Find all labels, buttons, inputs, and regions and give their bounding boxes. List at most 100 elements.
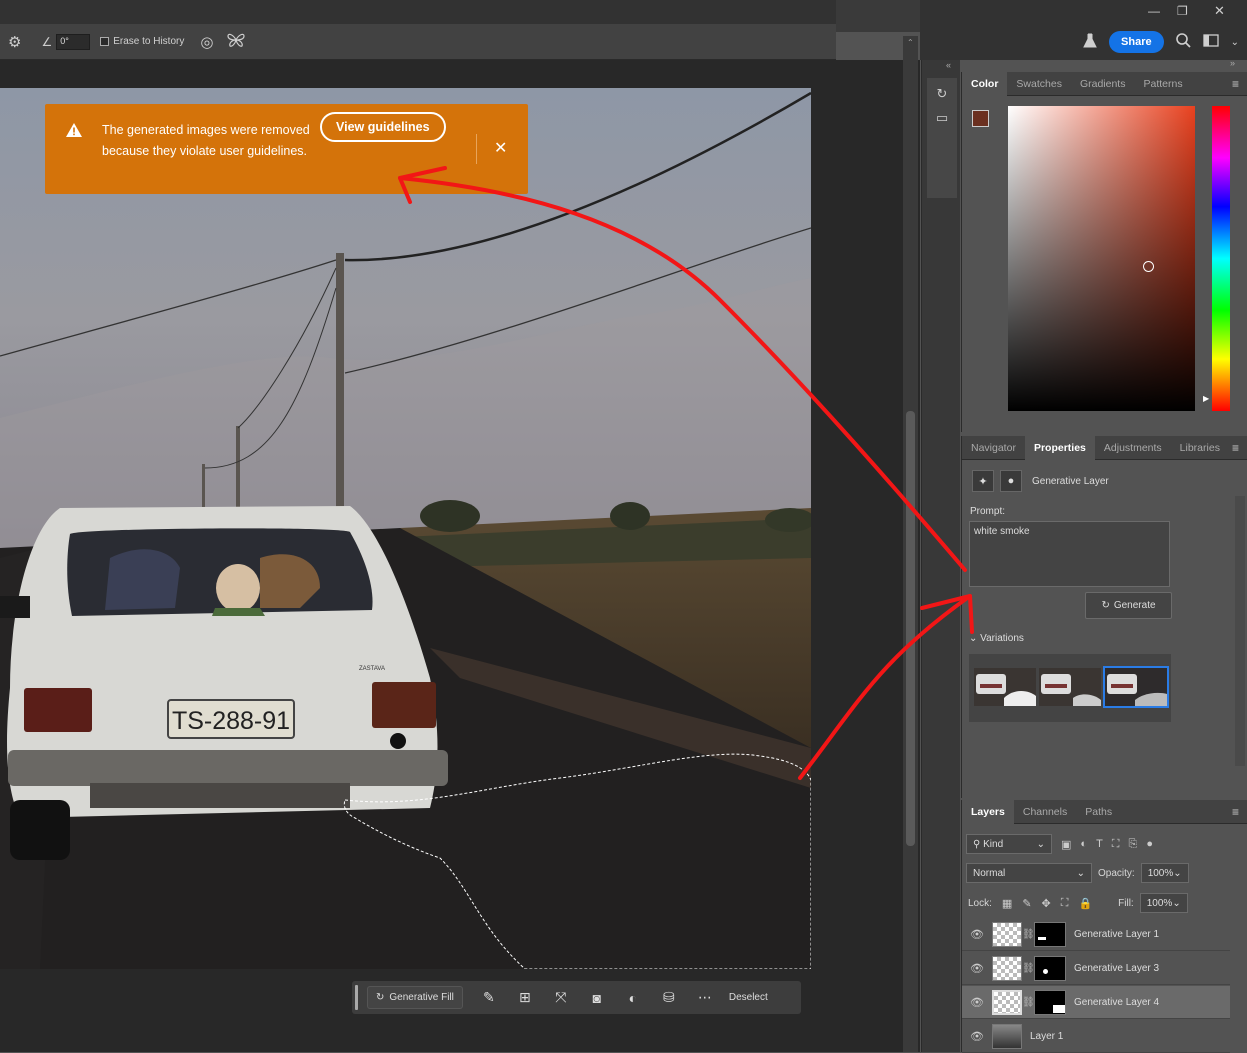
- license-plate: TS-288-91: [172, 707, 290, 735]
- variations-label: Variations: [980, 633, 1024, 644]
- color-panel: Color Swatches Gradients Patterns ≡ ▶: [961, 71, 1247, 432]
- restore-button[interactable]: ❐: [1177, 4, 1188, 18]
- scroll-up-icon[interactable]: ⌃: [907, 38, 914, 47]
- filter-image-icon[interactable]: ▣: [1061, 838, 1071, 851]
- close-icon[interactable]: ✕: [494, 138, 507, 158]
- pressure-icon[interactable]: ◎: [200, 33, 213, 51]
- erase-to-history-checkbox[interactable]: [100, 37, 110, 46]
- expand-panels-icon[interactable]: »: [1230, 58, 1235, 68]
- tab-layers[interactable]: Layers: [962, 799, 1014, 824]
- eye-icon[interactable]: 👁: [962, 1030, 992, 1043]
- tab-swatches[interactable]: Swatches: [1007, 72, 1071, 96]
- adjustment-icon[interactable]: ◐: [623, 990, 643, 1006]
- variation-thumbnail-1[interactable]: [974, 668, 1036, 706]
- lock-paint-icon[interactable]: ✎: [1022, 897, 1031, 910]
- layer-name: Generative Layer 1: [1074, 928, 1160, 940]
- photo-image: TS-288-91 ZASTAVA: [0, 88, 811, 969]
- filter-adjustment-icon[interactable]: ◐: [1080, 838, 1087, 850]
- color-picker-marker[interactable]: [1143, 261, 1154, 272]
- prompt-input[interactable]: white smoke: [969, 521, 1170, 587]
- mask-icon[interactable]: ◙: [587, 990, 607, 1006]
- document-canvas[interactable]: TS-288-91 ZASTAVA: [0, 88, 811, 969]
- drag-handle[interactable]: [355, 985, 358, 1010]
- flask-icon[interactable]: [1083, 33, 1097, 52]
- icon-strip-group: ↻ ▭: [927, 78, 957, 198]
- tab-paths[interactable]: Paths: [1076, 800, 1121, 824]
- properties-panel-tabs: Navigator Properties Adjustments Librari…: [962, 435, 1247, 460]
- eye-icon[interactable]: 👁: [962, 962, 992, 975]
- eye-icon[interactable]: 👁: [962, 996, 992, 1009]
- history-icon[interactable]: ↻: [927, 86, 957, 102]
- fill-input[interactable]: 100% ⌄: [1139, 893, 1188, 913]
- fill-bucket-icon[interactable]: ⛁: [659, 989, 679, 1006]
- properties-scrollbar[interactable]: [1235, 496, 1245, 766]
- layer-row[interactable]: 👁 ⛓ Generative Layer 3: [962, 952, 1230, 985]
- view-guidelines-button[interactable]: View guidelines: [320, 112, 446, 142]
- filter-toggle-icon[interactable]: ●: [1146, 838, 1153, 850]
- canvas-vertical-scrollbar[interactable]: ⌃: [903, 36, 918, 1052]
- eye-icon[interactable]: 👁: [962, 928, 992, 941]
- tab-libraries[interactable]: Libraries: [1171, 436, 1229, 460]
- filter-shape-icon[interactable]: ⛶: [1112, 838, 1120, 851]
- more-options-icon[interactable]: ⋯: [695, 989, 715, 1006]
- blend-mode-select[interactable]: Normal ⌄: [966, 863, 1092, 883]
- minimize-button[interactable]: —: [1148, 4, 1160, 18]
- variation-thumbnail-2[interactable]: [1039, 668, 1101, 706]
- filter-kind-select[interactable]: ⚲ Kind ⌄: [966, 834, 1052, 854]
- scrollbar-thumb[interactable]: [906, 411, 915, 846]
- brush-icon[interactable]: ✎: [479, 989, 499, 1006]
- search-icon[interactable]: [1175, 33, 1191, 51]
- variations-grid: [969, 654, 1171, 722]
- comment-icon[interactable]: ▭: [927, 110, 957, 126]
- lock-pixels-icon[interactable]: ▦: [1002, 897, 1012, 910]
- tab-adjustments[interactable]: Adjustments: [1095, 436, 1171, 460]
- hue-slider[interactable]: [1212, 106, 1230, 411]
- layer-mask-icon[interactable]: ●: [1000, 470, 1022, 492]
- tab-navigator[interactable]: Navigator: [962, 436, 1025, 460]
- tab-gradients[interactable]: Gradients: [1071, 72, 1135, 96]
- generative-layer-icon[interactable]: ✦: [972, 470, 994, 492]
- variation-thumbnail-3[interactable]: [1103, 666, 1169, 708]
- collapse-icon[interactable]: «: [946, 60, 951, 70]
- tab-channels[interactable]: Channels: [1014, 800, 1076, 824]
- select-subject-icon[interactable]: ⊞: [515, 989, 535, 1006]
- gear-icon[interactable]: ⚙: [8, 33, 21, 51]
- lock-position-icon[interactable]: ✥: [1042, 897, 1051, 910]
- layers-panel: Layers Channels Paths ≡ ⚲ Kind ⌄ ▣ ◐ T ⛶…: [961, 799, 1247, 1053]
- generative-fill-button[interactable]: ↻ Generative Fill: [367, 986, 463, 1009]
- layer-row[interactable]: 👁 ⛓ Generative Layer 1: [962, 918, 1230, 951]
- erase-to-history-toggle[interactable]: Erase to History: [100, 36, 184, 47]
- foreground-color-swatch[interactable]: [972, 110, 989, 127]
- layer-type-row: ✦ ● Generative Layer: [972, 470, 1109, 492]
- hue-slider-arrow-icon[interactable]: ▶: [1203, 394, 1209, 403]
- filter-type-icon[interactable]: T: [1096, 838, 1103, 850]
- tab-color[interactable]: Color: [962, 71, 1008, 96]
- workspace-icon[interactable]: [1202, 34, 1219, 50]
- opacity-input[interactable]: 100% ⌄: [1140, 863, 1189, 883]
- tab-patterns[interactable]: Patterns: [1134, 72, 1191, 96]
- angle-input[interactable]: 0°: [56, 33, 91, 50]
- lock-artboard-icon[interactable]: ⛶: [1061, 897, 1069, 910]
- link-icon[interactable]: ⛓: [1022, 963, 1035, 974]
- close-window-button[interactable]: ✕: [1214, 3, 1225, 19]
- layer-row-selected[interactable]: 👁 ⛓ Generative Layer 4: [962, 986, 1230, 1019]
- tab-properties[interactable]: Properties: [1024, 435, 1095, 460]
- lock-all-icon[interactable]: 🔒: [1078, 897, 1092, 910]
- color-field[interactable]: [1008, 106, 1195, 411]
- panel-menu-icon[interactable]: ≡: [1232, 805, 1239, 819]
- share-button[interactable]: Share: [1109, 31, 1164, 53]
- generate-button[interactable]: ↻ Generate: [1085, 592, 1172, 619]
- link-icon[interactable]: ⛓: [1022, 929, 1035, 940]
- panel-menu-icon[interactable]: ≡: [1232, 441, 1239, 455]
- panel-menu-icon[interactable]: ≡: [1232, 77, 1239, 91]
- chevron-down-icon[interactable]: ⌄: [1231, 37, 1239, 48]
- opacity-value: 100%: [1147, 867, 1174, 879]
- transform-icon[interactable]: ⤧: [551, 989, 571, 1006]
- butterfly-icon[interactable]: [227, 32, 246, 52]
- filter-smart-object-icon[interactable]: ⎘: [1129, 838, 1138, 851]
- layer-row[interactable]: 👁 Layer 1: [962, 1020, 1230, 1053]
- variations-header[interactable]: ⌄ Variations: [969, 633, 1024, 644]
- deselect-button[interactable]: Deselect: [729, 992, 768, 1003]
- link-icon[interactable]: ⛓: [1022, 997, 1035, 1008]
- opacity-label: Opacity:: [1098, 867, 1135, 879]
